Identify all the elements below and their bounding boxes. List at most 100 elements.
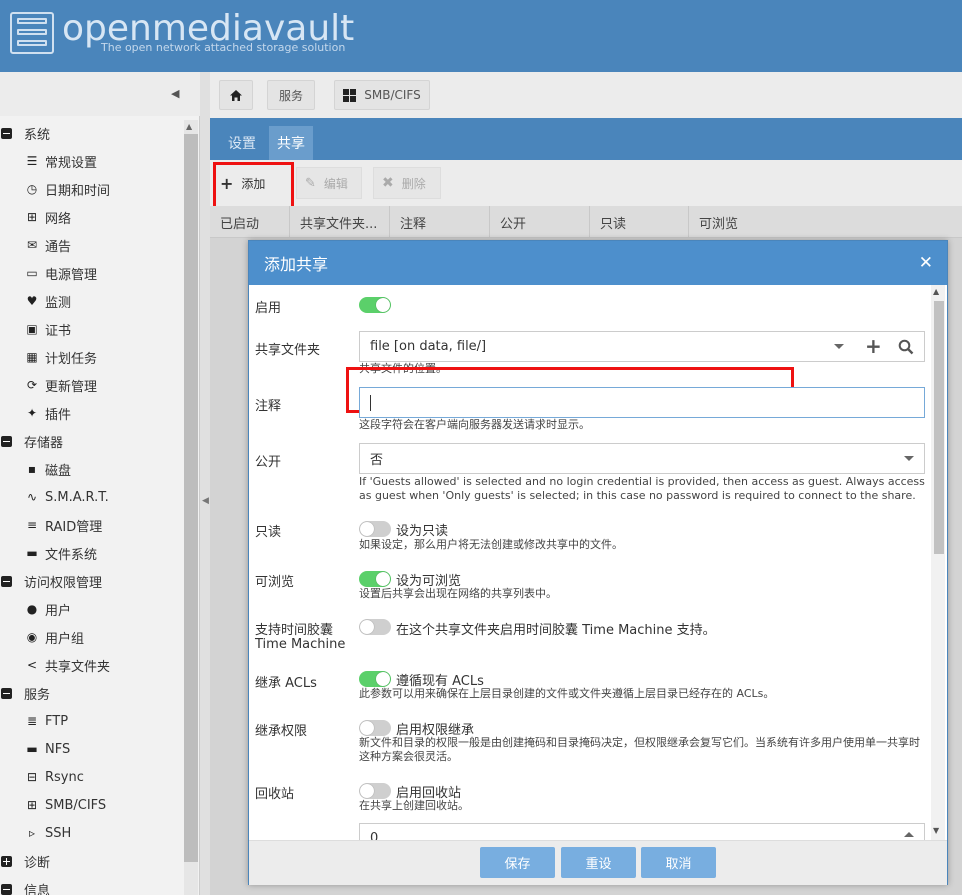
scroll-up-icon[interactable]: ▲	[933, 287, 939, 296]
recycle-max-size-field[interactable]: 0	[359, 823, 925, 840]
sidebar-item-label: 服务	[24, 687, 51, 703]
clock-icon: ◷	[26, 182, 38, 196]
inherit-perms-label: 继承权限	[255, 724, 308, 739]
plus-square-icon[interactable]	[1, 855, 12, 867]
scroll-up-icon[interactable]: ▲	[186, 122, 192, 131]
sidebar-scroll-thumb[interactable]	[184, 134, 198, 862]
windows-icon	[343, 88, 357, 102]
sitemap-icon: ⊟	[26, 770, 38, 784]
sidebar-item-7[interactable]: ▣ 证书	[0, 315, 182, 343]
refresh-icon: ⟳	[26, 378, 38, 392]
inherit-acls-toggle[interactable]	[359, 671, 391, 687]
sidebar-item-22[interactable]: ▬ NFS	[0, 735, 182, 763]
public-hint: If 'Guests allowed' is selected and no l…	[359, 475, 925, 502]
edit-button-label: 编辑	[323, 176, 348, 191]
sidebar-item-1[interactable]: ☰ 常规设置	[0, 147, 182, 175]
column-header-comment[interactable]: 注释	[390, 206, 490, 238]
sidebar-item-11[interactable]: 存储器	[0, 427, 182, 455]
column-header-readonly[interactable]: 只读	[590, 206, 689, 238]
sidebar-item-18[interactable]: ◉ 用户组	[0, 623, 182, 651]
user-icon: ●	[26, 602, 38, 616]
sidebar-item-21[interactable]: ≣ FTP	[0, 707, 182, 735]
column-header-enabled[interactable]: 已启动	[210, 206, 290, 238]
close-icon[interactable]: ✕	[919, 253, 933, 273]
sidebar-item-4[interactable]: ✉ 通告	[0, 231, 182, 259]
collapse-sidebar-icon[interactable]: ◀	[171, 87, 179, 100]
shared-folder-select[interactable]: file [on data, file/] +	[359, 331, 925, 362]
sidebar-item-17[interactable]: ● 用户	[0, 595, 182, 623]
enable-toggle[interactable]	[359, 297, 391, 313]
add-folder-icon[interactable]: +	[865, 334, 882, 358]
sidebar-item-14[interactable]: ≡ RAID管理	[0, 511, 182, 539]
sidebar-item-label: Rsync	[45, 769, 84, 785]
inherit-perms-toggle[interactable]	[359, 720, 391, 736]
sidebar-item-9[interactable]: ⟳ 更新管理	[0, 371, 182, 399]
share-icon: <	[26, 658, 38, 672]
sidebar-item-19[interactable]: < 共享文件夹	[0, 651, 182, 679]
toolbar: + 添加 ✎ 编辑 ✖ 删除	[210, 160, 962, 206]
sidebar-item-24[interactable]: ⊞ SMB/CIFS	[0, 791, 182, 819]
add-share-dialog: 添加共享 ✕ 启用 共享文件夹 file [on data, file/] + …	[248, 240, 948, 885]
column-header-public[interactable]: 公开	[490, 206, 590, 238]
puzzle-icon: ✦	[26, 406, 38, 420]
sidebar-item-26[interactable]: 诊断	[0, 847, 182, 875]
sidebar-item-12[interactable]: ▪ 磁盘	[0, 455, 182, 483]
save-button[interactable]: 保存	[480, 847, 555, 878]
sidebar-item-label: 插件	[45, 407, 72, 423]
edit-button[interactable]: ✎ 编辑	[296, 167, 362, 199]
breadcrumb-services[interactable]: 服务	[267, 80, 315, 110]
sidebar-item-10[interactable]: ✦ 插件	[0, 399, 182, 427]
column-header-shared-folder[interactable]: 共享文件夹...	[290, 206, 390, 238]
browsable-toggle[interactable]	[359, 571, 391, 587]
readonly-toggle-label: 设为只读	[396, 524, 449, 539]
highlight-add-button	[213, 162, 294, 212]
sidebar-item-27[interactable]: 信息	[0, 875, 182, 895]
recycle-toggle[interactable]	[359, 783, 391, 799]
sidebar-item-2[interactable]: ◷ 日期和时间	[0, 175, 182, 203]
inherit-acls-hint: 此参数可以用来确保在上层目录创建的文件或文件夹遵循上层目录已经存在的 ACLs。	[359, 687, 775, 700]
text-cursor	[370, 394, 371, 411]
dialog-footer: 保存 重设 取消	[249, 840, 947, 885]
minus-square-icon[interactable]	[1, 687, 12, 699]
minus-square-icon[interactable]	[1, 127, 12, 139]
minus-square-icon[interactable]	[1, 435, 12, 447]
sidebar-item-0[interactable]: 系统	[0, 119, 182, 147]
sidebar-item-23[interactable]: ⊟ Rsync	[0, 763, 182, 791]
reset-button[interactable]: 重设	[561, 847, 636, 878]
sidebar-item-13[interactable]: ∿ S.M.A.R.T.	[0, 483, 182, 511]
sidebar-item-15[interactable]: ▬ 文件系统	[0, 539, 182, 567]
sidebar-item-25[interactable]: ▹ SSH	[0, 819, 182, 847]
scroll-down-icon[interactable]: ▼	[933, 826, 939, 835]
sidebar-item-20[interactable]: 服务	[0, 679, 182, 707]
shared-folder-value: file [on data, file/]	[370, 339, 487, 354]
sidebar-item-3[interactable]: ⊞ 网络	[0, 203, 182, 231]
minus-square-icon[interactable]	[1, 883, 12, 895]
sidebar-resize-handle[interactable]: ◀	[200, 72, 210, 895]
breadcrumb-smb[interactable]: SMB/CIFS	[334, 80, 430, 110]
sidebar-item-5[interactable]: ▭ 电源管理	[0, 259, 182, 287]
breadcrumb-home[interactable]	[219, 80, 253, 110]
column-header-browsable[interactable]: 可浏览	[689, 206, 962, 238]
chevron-down-icon[interactable]	[834, 344, 844, 349]
spinner-up-icon[interactable]	[904, 832, 914, 837]
sidebar-item-6[interactable]: ♥ 监测	[0, 287, 182, 315]
tab-settings[interactable]: 设置	[220, 126, 264, 160]
delete-button[interactable]: ✖ 删除	[373, 167, 441, 199]
comment-input[interactable]	[359, 387, 925, 418]
chevron-down-icon[interactable]	[904, 456, 914, 461]
sidebar-item-8[interactable]: ▦ 计划任务	[0, 343, 182, 371]
search-icon[interactable]	[898, 339, 914, 355]
minus-square-icon[interactable]	[1, 575, 12, 587]
tab-share[interactable]: 共享	[269, 126, 313, 160]
public-value: 否	[370, 453, 384, 468]
sidebar-item-label: FTP	[45, 713, 69, 729]
sidebar-item-16[interactable]: 访问权限管理	[0, 567, 182, 595]
sidebar-item-label: 信息	[24, 883, 51, 895]
public-select[interactable]: 否	[359, 443, 925, 474]
time-machine-toggle[interactable]	[359, 619, 391, 635]
dialog-scroll-thumb[interactable]	[934, 301, 944, 554]
cancel-button[interactable]: 取消	[641, 847, 716, 878]
comment-label: 注释	[255, 399, 282, 414]
folder-icon: ▬	[26, 546, 38, 560]
readonly-toggle[interactable]	[359, 521, 391, 537]
